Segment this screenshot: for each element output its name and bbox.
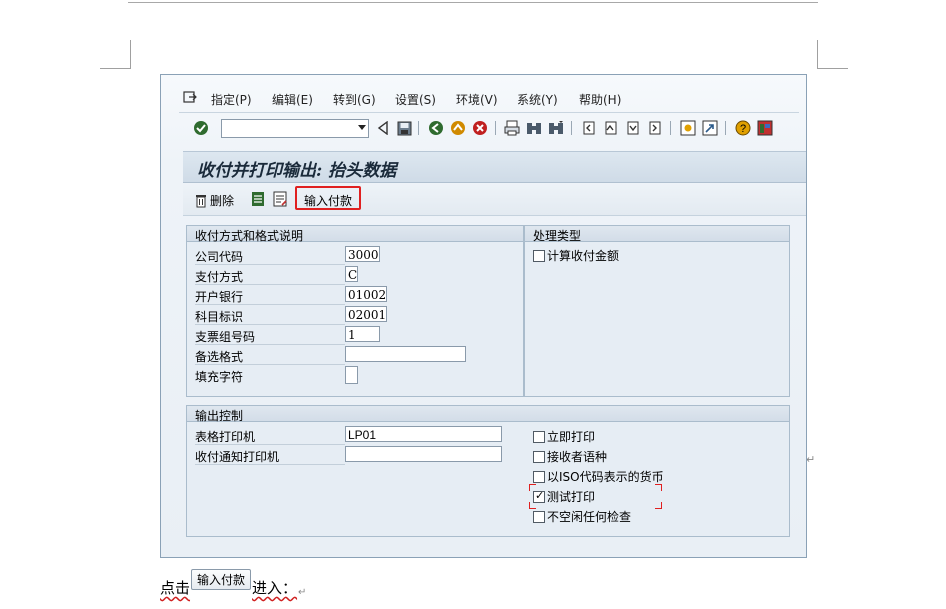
toolbar-separator [725, 121, 726, 135]
recipient-language-checkbox[interactable]: 接收者语种 [533, 448, 607, 465]
back-icon[interactable] [375, 120, 391, 136]
standard-toolbar: ? [161, 115, 806, 141]
page-corner-mark-left [100, 40, 131, 69]
shortcut-icon[interactable] [702, 120, 718, 136]
filler-character-field[interactable] [345, 366, 358, 384]
checkbox-box-checked[interactable] [533, 489, 545, 503]
payment-method-header: 收付方式和格式说明 [187, 226, 523, 243]
nav-back-icon[interactable] [428, 120, 444, 136]
menu-bar: 指定(P) 编辑(E) 转到(G) 设置(S) 环境(V) 系统(Y) 帮助(H… [161, 89, 806, 109]
payment-method-field[interactable]: C [345, 266, 358, 282]
output-control-header: 输出控制 [187, 406, 789, 423]
delete-label: 删除 [210, 194, 235, 208]
caption-suffix: 进入： [252, 579, 298, 597]
menu-item-goto[interactable]: 转到(G) [333, 91, 376, 108]
page-title: 收付并打印输出: 抬头数据 [197, 161, 397, 181]
prev-page-icon[interactable] [603, 120, 619, 136]
sap-window: 指定(P) 编辑(E) 转到(G) 设置(S) 环境(V) 系统(Y) 帮助(H… [160, 74, 807, 558]
output-control-panel: 输出控制 表格打印机 LP01 收付通知打印机 立即打印 接收者语种 以ISO代… [186, 405, 790, 537]
caption-prefix: 点击 [160, 579, 191, 597]
payment-method-panel: 收付方式和格式说明 公司代码 3000 支付方式 C 开户银行 01002 科目… [186, 225, 524, 397]
last-page-icon[interactable] [647, 120, 663, 136]
menu-item-environment[interactable]: 环境(V) [456, 91, 498, 108]
find-icon[interactable] [526, 120, 542, 136]
processing-type-header: 处理类型 [525, 226, 789, 243]
command-field[interactable] [221, 119, 369, 138]
document-top-rule [128, 2, 818, 3]
document-list-icon[interactable] [251, 191, 265, 207]
command-input[interactable] [222, 120, 354, 136]
advice-printer-field[interactable] [345, 446, 502, 462]
help-icon[interactable]: ? [735, 120, 751, 136]
highlight-corner [529, 484, 536, 491]
print-immediately-checkbox[interactable]: 立即打印 [533, 428, 595, 445]
enter-payments-highlight[interactable]: 输入付款 [295, 186, 361, 210]
enter-payments-button[interactable]: 输入付款 [304, 192, 352, 209]
menu-item-edit[interactable]: 编辑(E) [272, 91, 313, 108]
application-toolbar: 删除 输入付款 [183, 183, 806, 216]
check-lot-field[interactable]: 1 [345, 326, 380, 342]
delete-button[interactable]: 删除 [195, 192, 234, 209]
house-bank-field[interactable]: 01002 [345, 286, 387, 302]
document-edit-icon[interactable] [273, 191, 287, 207]
menu-item-settings[interactable]: 设置(S) [395, 91, 436, 108]
iso-currency-checkbox[interactable]: 以ISO代码表示的货币 [533, 468, 664, 485]
paragraph-mark: ↵ [806, 453, 816, 466]
menu-item-help[interactable]: 帮助(H) [579, 91, 621, 108]
screen-title-bar: 收付并打印输出: 抬头数据 [183, 151, 806, 183]
checkbox-box[interactable] [533, 450, 545, 463]
svg-text:?: ? [740, 123, 746, 135]
toolbar-separator [418, 121, 419, 135]
highlight-corner [655, 502, 662, 509]
page-corner-mark-right [817, 40, 848, 69]
toolbar-separator [495, 121, 496, 135]
alternative-form-field[interactable] [345, 346, 466, 362]
find-next-icon[interactable] [548, 120, 564, 136]
chevron-down-icon[interactable] [358, 125, 366, 130]
checkbox-box[interactable] [533, 470, 545, 483]
toolbar-separator [670, 121, 671, 135]
layout-icon[interactable] [757, 120, 773, 136]
company-code-field[interactable]: 3000 [345, 246, 380, 262]
menu-item-specify[interactable]: 指定(P) [211, 91, 252, 108]
trash-icon [196, 194, 206, 207]
exit-menu-icon[interactable] [183, 91, 197, 103]
nav-exit-icon[interactable] [450, 120, 466, 136]
checkbox-box[interactable] [533, 249, 545, 262]
checkbox-box[interactable] [533, 510, 545, 523]
first-page-icon[interactable] [581, 120, 597, 136]
toolbar-separator [571, 121, 572, 135]
no-idle-check-checkbox[interactable]: 不空闲任何检查 [533, 508, 631, 525]
form-printer-field[interactable]: LP01 [345, 426, 502, 442]
calc-amount-checkbox[interactable]: 计算收付金额 [533, 247, 619, 264]
processing-type-panel: 处理类型 计算收付金额 [524, 225, 790, 397]
next-page-icon[interactable] [625, 120, 641, 136]
menu-divider [179, 112, 799, 113]
test-print-checkbox[interactable]: 测试打印 [533, 488, 595, 505]
account-id-field[interactable]: 02001 [345, 306, 387, 322]
enter-payments-button-image: 输入付款 [191, 569, 252, 590]
new-session-icon[interactable] [680, 120, 696, 136]
checkbox-box[interactable] [533, 430, 545, 443]
paragraph-mark: ↵ [298, 587, 307, 598]
menu-item-system[interactable]: 系统(Y) [517, 91, 558, 108]
enter-check-icon[interactable] [193, 120, 209, 136]
document-caption: 点击 输入付款 进入： ↵ [160, 569, 307, 598]
highlight-corner [655, 484, 662, 491]
print-icon[interactable] [504, 120, 520, 136]
nav-cancel-icon[interactable] [472, 120, 488, 136]
save-icon[interactable] [396, 120, 412, 136]
